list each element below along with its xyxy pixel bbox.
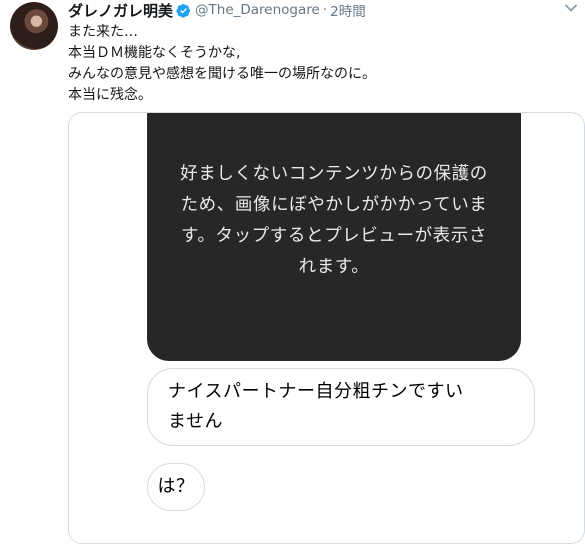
blurred-media-notice[interactable]: 好ましくないコンテンツからの保護の ため、画像にぼやかしがかかっていま す。タッ…: [147, 113, 521, 361]
message-line: は？: [157, 476, 195, 497]
message-line: ません: [168, 411, 223, 432]
notice-line: ため、画像にぼやかしがかかっていま: [180, 195, 488, 215]
message-bubble: ナイスパートナー自分粗チンですい ません: [147, 368, 535, 446]
tweet-text-line: みんなの意見や感想を聞ける唯一の場所なのに。: [68, 66, 376, 82]
separator-dot: ·: [322, 2, 328, 18]
message-line: ナイスパートナー自分粗チンですい: [168, 381, 464, 402]
tweet-text-line: 本当ＤＭ機能なくそうかな,: [68, 45, 241, 61]
tweet-text-line: 本当に残念。: [68, 87, 152, 103]
tweet-timestamp[interactable]: 2時間: [330, 0, 366, 20]
chevron-down-icon[interactable]: [563, 0, 579, 16]
attached-image[interactable]: 好ましくないコンテンツからの保護の ため、画像にぼやかしがかかっていま す。タッ…: [68, 112, 585, 544]
message-bubble: は？: [147, 463, 205, 511]
tweet-text-line: また来た…: [68, 24, 138, 40]
notice-line: す。タップするとプレビューが表示さ: [181, 226, 487, 246]
notice-line: 好ましくないコンテンツからの保護の: [180, 164, 488, 184]
tweet-header: ダレノガレ明美 @The_Darenogare · 2時間: [68, 0, 565, 21]
user-handle[interactable]: @The_Darenogare: [195, 2, 320, 18]
notice-line: れます。: [298, 257, 370, 277]
avatar[interactable]: [10, 2, 58, 50]
verified-badge-icon: [176, 3, 191, 18]
display-name[interactable]: ダレノガレ明美: [68, 0, 173, 21]
tweet-text: また来た… 本当ＤＭ機能なくそうかな, みんなの意見や感想を聞ける唯一の場所なの…: [68, 22, 565, 106]
